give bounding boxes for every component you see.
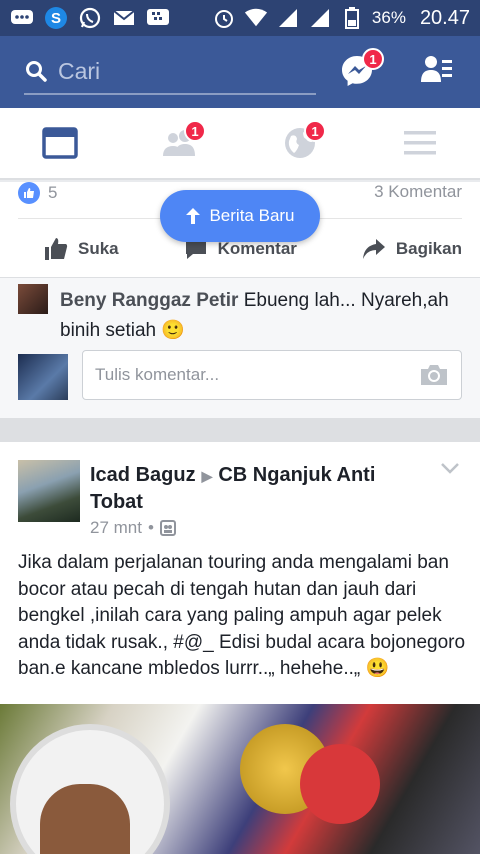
nav-tabs: 1 1	[0, 108, 480, 180]
post-author[interactable]: Icad Baguz	[90, 464, 196, 486]
s-app-icon: S	[44, 7, 68, 29]
wifi-icon	[244, 7, 268, 29]
news-feed-icon	[42, 127, 78, 159]
post-text: Jika dalam perjalanan touring anda menga…	[18, 552, 466, 679]
friend-requests-badge: 1	[184, 120, 206, 142]
alarm-icon	[212, 7, 236, 29]
comment-count[interactable]: 3 Komentar	[374, 182, 462, 202]
new-stories-label: Berita Baru	[209, 206, 295, 225]
photo-tank-shape	[300, 744, 380, 824]
battery-icon	[340, 7, 364, 29]
battery-level: 36%	[371, 8, 406, 27]
bbm-icon	[146, 7, 170, 29]
avatar[interactable]	[18, 460, 80, 522]
avatar	[18, 354, 68, 400]
messenger-button[interactable]: 1	[340, 48, 384, 90]
like-count: 5	[48, 183, 58, 202]
svg-text:S: S	[51, 10, 61, 27]
post-card: Icad Baguz ▶ CB Nganjuk Anti Tobat 27 mnt …	[0, 442, 480, 854]
comment-input[interactable]: Tulis komentar...	[82, 350, 462, 400]
post-header: Icad Baguz ▶ CB Nganjuk Anti Tobat	[90, 462, 420, 515]
status-bar: S 36% 20.47	[0, 0, 480, 36]
comment-author[interactable]: Beny Ranggaz Petir	[60, 290, 238, 311]
like-label: Suka	[78, 239, 119, 258]
tab-notifications[interactable]: 1	[240, 108, 360, 178]
like-reaction-icon	[18, 182, 40, 204]
search-input[interactable]: Cari	[24, 49, 316, 95]
feed-separator	[0, 418, 480, 442]
notifications-badge: 1	[304, 120, 326, 142]
whatsapp-icon	[78, 7, 102, 29]
reaction-summary[interactable]: 5	[18, 182, 57, 204]
arrow-up-icon	[186, 208, 201, 224]
tab-friend-requests[interactable]: 1	[120, 108, 240, 178]
signal-icon	[276, 7, 300, 29]
like-button[interactable]: Suka	[44, 232, 119, 266]
tab-menu[interactable]	[360, 108, 480, 178]
avatar[interactable]	[18, 284, 48, 314]
comment-placeholder: Tulis komentar...	[95, 365, 220, 384]
share-button[interactable]: Bagikan	[362, 232, 462, 266]
chevron-down-icon[interactable]	[440, 462, 460, 474]
triangle-right-icon: ▶	[201, 468, 213, 484]
post-meta: 27 mnt •	[90, 518, 176, 538]
post-card: 5 3 Komentar Suka Komentar Bagikan Berit…	[0, 182, 480, 278]
menu-icon	[404, 131, 436, 155]
comment-label: Komentar	[217, 239, 297, 258]
tab-news-feed[interactable]	[0, 108, 120, 178]
share-label: Bagikan	[395, 239, 462, 258]
mail-icon	[112, 7, 136, 29]
camera-icon[interactable]	[419, 363, 449, 387]
friend-requests-button[interactable]	[420, 54, 454, 89]
post-time[interactable]: 27 mnt	[90, 518, 142, 538]
post-photo[interactable]	[0, 704, 480, 854]
signal-icon-2	[308, 7, 332, 29]
comments-section: Beny Ranggaz Petir Ebueng lah... Nyareh,…	[0, 278, 480, 418]
comment-item: Beny Ranggaz Petir Ebueng lah... Nyareh,…	[60, 286, 460, 346]
app-header: Cari 1	[0, 36, 480, 108]
thumbs-up-icon	[45, 238, 68, 260]
clock: 20.47	[419, 6, 470, 29]
share-icon	[362, 239, 385, 259]
news-feed: 5 3 Komentar Suka Komentar Bagikan Berit…	[0, 182, 480, 854]
new-stories-button[interactable]: Berita Baru	[160, 190, 320, 242]
chat-notification-icon	[10, 7, 34, 29]
photo-face-shape	[40, 784, 130, 854]
person-list-icon	[421, 56, 452, 82]
separator-dot: •	[147, 518, 154, 537]
search-placeholder: Cari	[58, 57, 101, 84]
group-privacy-icon	[159, 520, 176, 536]
messenger-badge: 1	[362, 48, 384, 70]
search-icon	[26, 61, 47, 82]
